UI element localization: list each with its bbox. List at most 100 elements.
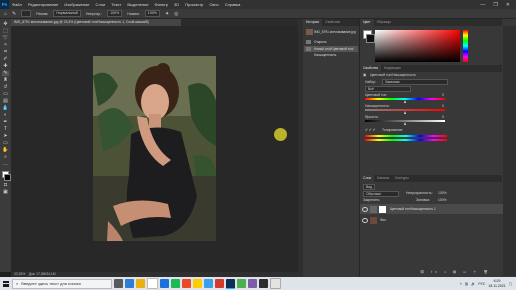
- notifications-icon[interactable]: ▢: [509, 282, 512, 286]
- tab-paths[interactable]: Контуры: [392, 175, 411, 182]
- tab-channels[interactable]: Каналы: [374, 175, 392, 182]
- photoshop-taskbar-icon[interactable]: [226, 278, 235, 289]
- dodge-tool-icon[interactable]: ◐: [2, 113, 9, 118]
- eraser-tool-icon[interactable]: ▭: [2, 92, 9, 97]
- more-tools-icon[interactable]: …: [2, 162, 9, 167]
- layer-opacity-value[interactable]: 100%: [438, 191, 447, 195]
- menu-layers[interactable]: Слои: [93, 2, 109, 7]
- app4-icon[interactable]: [259, 279, 268, 288]
- history-step-open[interactable]: Открыть: [304, 39, 358, 45]
- network-icon[interactable]: ▥: [465, 282, 468, 286]
- lightness-value[interactable]: 0: [442, 115, 444, 119]
- flow-input[interactable]: 100%: [144, 10, 160, 17]
- menu-image[interactable]: Изображение: [61, 2, 92, 7]
- type-tool-icon[interactable]: T: [2, 127, 9, 132]
- maximize-button[interactable]: ❐: [493, 2, 497, 8]
- hue-value[interactable]: 0: [442, 93, 444, 97]
- tab-color[interactable]: Цвет: [360, 19, 374, 26]
- quick-mask-icon[interactable]: ◘: [2, 183, 9, 188]
- saturation-slider-thumb[interactable]: [403, 111, 406, 114]
- preset-select[interactable]: Заказная: [382, 79, 448, 85]
- color-picker-field[interactable]: [375, 30, 460, 62]
- zoom-tool-icon[interactable]: ⌕: [2, 155, 9, 160]
- visibility-eye-icon[interactable]: [362, 207, 368, 212]
- telegram-icon[interactable]: [204, 279, 213, 288]
- menu-edit[interactable]: Редактирование: [25, 2, 61, 7]
- app-icon[interactable]: [171, 279, 180, 288]
- app3-icon[interactable]: [248, 279, 257, 288]
- menu-help[interactable]: Справка: [222, 2, 244, 7]
- pressure-icon[interactable]: ◎: [174, 11, 178, 17]
- tab-adjustments[interactable]: Коррекция: [381, 65, 404, 72]
- colorize-label[interactable]: Тонирование: [382, 128, 403, 132]
- mode-select[interactable]: Нормальный: [53, 10, 81, 17]
- app2-icon[interactable]: [237, 279, 246, 288]
- edge-icon[interactable]: [125, 279, 134, 288]
- hand-tool-icon[interactable]: ✋: [2, 148, 9, 153]
- quick-select-tool-icon[interactable]: ✧: [2, 43, 9, 48]
- saturation-value[interactable]: 0: [442, 104, 444, 108]
- tab-history[interactable]: История: [303, 19, 323, 26]
- mail-icon[interactable]: [160, 279, 169, 288]
- menu-filter[interactable]: Фильтр: [152, 2, 171, 7]
- lightness-slider-thumb[interactable]: [403, 122, 406, 125]
- menu-3d[interactable]: 3D: [171, 2, 182, 7]
- yandex-icon[interactable]: [193, 279, 202, 288]
- history-step-new-layer[interactable]: Новый слой Цветовой тон/Насыщенность: [304, 46, 358, 57]
- hue-slider[interactable]: [463, 30, 468, 62]
- app5-icon[interactable]: [270, 278, 281, 289]
- store-icon[interactable]: [147, 278, 158, 289]
- menu-file[interactable]: Файл: [9, 2, 25, 7]
- language-indicator[interactable]: РУС: [478, 282, 485, 286]
- history-brush-tool-icon[interactable]: ↺: [2, 85, 9, 90]
- move-tool-icon[interactable]: ✥: [2, 22, 9, 27]
- history-snapshot[interactable]: IMG_8791 мотоназвание.jpg: [304, 29, 358, 35]
- lasso-tool-icon[interactable]: ➰: [2, 36, 9, 41]
- tab-properties[interactable]: Свойства: [360, 65, 381, 72]
- eyedropper-icons[interactable]: ✐ ✐ ✐: [365, 128, 375, 132]
- document-photo[interactable]: [93, 56, 216, 241]
- hue-slider-thumb[interactable]: [403, 100, 406, 103]
- start-button[interactable]: [0, 277, 12, 290]
- healing-tool-icon[interactable]: ✚: [2, 64, 9, 69]
- gradient-tool-icon[interactable]: ▤: [2, 99, 9, 104]
- opacity-input[interactable]: 100%: [107, 10, 123, 17]
- layer-row-adjustment[interactable]: Цветовой тон/Насыщенность 1: [360, 204, 503, 214]
- zoom-level[interactable]: 33,33%: [14, 272, 25, 276]
- home-icon[interactable]: ⌂: [4, 11, 7, 17]
- brush-preset-picker[interactable]: [21, 10, 32, 17]
- layer-actions-bar[interactable]: ⛓ fx ◑ ▤ ▭ ＋ 🗑: [420, 269, 491, 274]
- minimize-button[interactable]: —: [480, 2, 485, 8]
- layer-row-background[interactable]: Фон: [360, 215, 503, 225]
- tab-properties-mini[interactable]: Свойства: [322, 19, 343, 26]
- tray-chevron-icon[interactable]: ˄: [460, 282, 462, 286]
- task-view-icon[interactable]: [114, 279, 123, 288]
- menu-window[interactable]: Окно: [206, 2, 221, 7]
- layer-name[interactable]: Цветовой тон/Насыщенность 1: [390, 204, 436, 214]
- document-tab[interactable]: IMG_8791 мотоназвание.jpg @ 33,3% (Цвето…: [11, 19, 181, 26]
- brush-tool-icon[interactable]: ✎: [12, 11, 16, 17]
- taskbar-search[interactable]: ⌕ Введите здесь текст для поиска: [12, 278, 112, 289]
- blur-tool-icon[interactable]: 💧: [2, 106, 9, 111]
- brush-tool-icon[interactable]: ✎: [2, 71, 9, 76]
- channel-select[interactable]: Всё: [365, 86, 411, 92]
- menu-type[interactable]: Текст: [108, 2, 124, 7]
- fill-value[interactable]: 100%: [438, 198, 447, 202]
- stamp-tool-icon[interactable]: ♜: [2, 78, 9, 83]
- layer-mask-thumbnail[interactable]: [379, 205, 386, 213]
- background-color-swatch[interactable]: [4, 174, 11, 181]
- layer-name[interactable]: Фон: [380, 215, 386, 225]
- browser-icon[interactable]: [182, 279, 191, 288]
- close-button[interactable]: ✕: [506, 2, 510, 8]
- crop-tool-icon[interactable]: ⌗: [2, 50, 9, 55]
- eyedropper-tool-icon[interactable]: ✐: [2, 57, 9, 62]
- path-select-tool-icon[interactable]: ➤: [2, 134, 9, 139]
- airbrush-icon[interactable]: ✦: [165, 11, 169, 17]
- marquee-tool-icon[interactable]: ⬚: [2, 29, 9, 34]
- volume-icon[interactable]: 🔊: [471, 282, 475, 286]
- menu-select[interactable]: Выделение: [124, 2, 151, 7]
- tab-layers[interactable]: Слои: [360, 175, 375, 182]
- menu-view[interactable]: Просмотр: [182, 2, 206, 7]
- screen-mode-icon[interactable]: ▣: [2, 190, 9, 195]
- clock[interactable]: 6:29 18.11.2021: [488, 279, 505, 288]
